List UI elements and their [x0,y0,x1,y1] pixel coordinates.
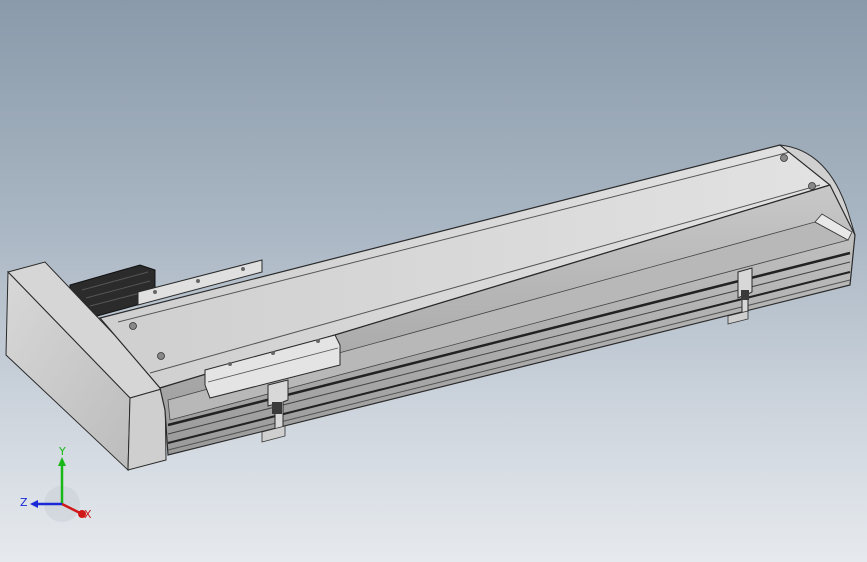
y-axis-arrow-icon [58,457,66,466]
linear-actuator-model[interactable] [0,0,867,562]
z-axis-arrow-icon [30,500,38,508]
z-axis-label: Z [20,496,28,509]
graphics-viewport[interactable]: Y X Z [0,0,867,562]
y-axis-label: Y [58,446,66,458]
x-axis-label: X [84,508,92,521]
axis-triad[interactable]: Y X Z [14,446,104,526]
